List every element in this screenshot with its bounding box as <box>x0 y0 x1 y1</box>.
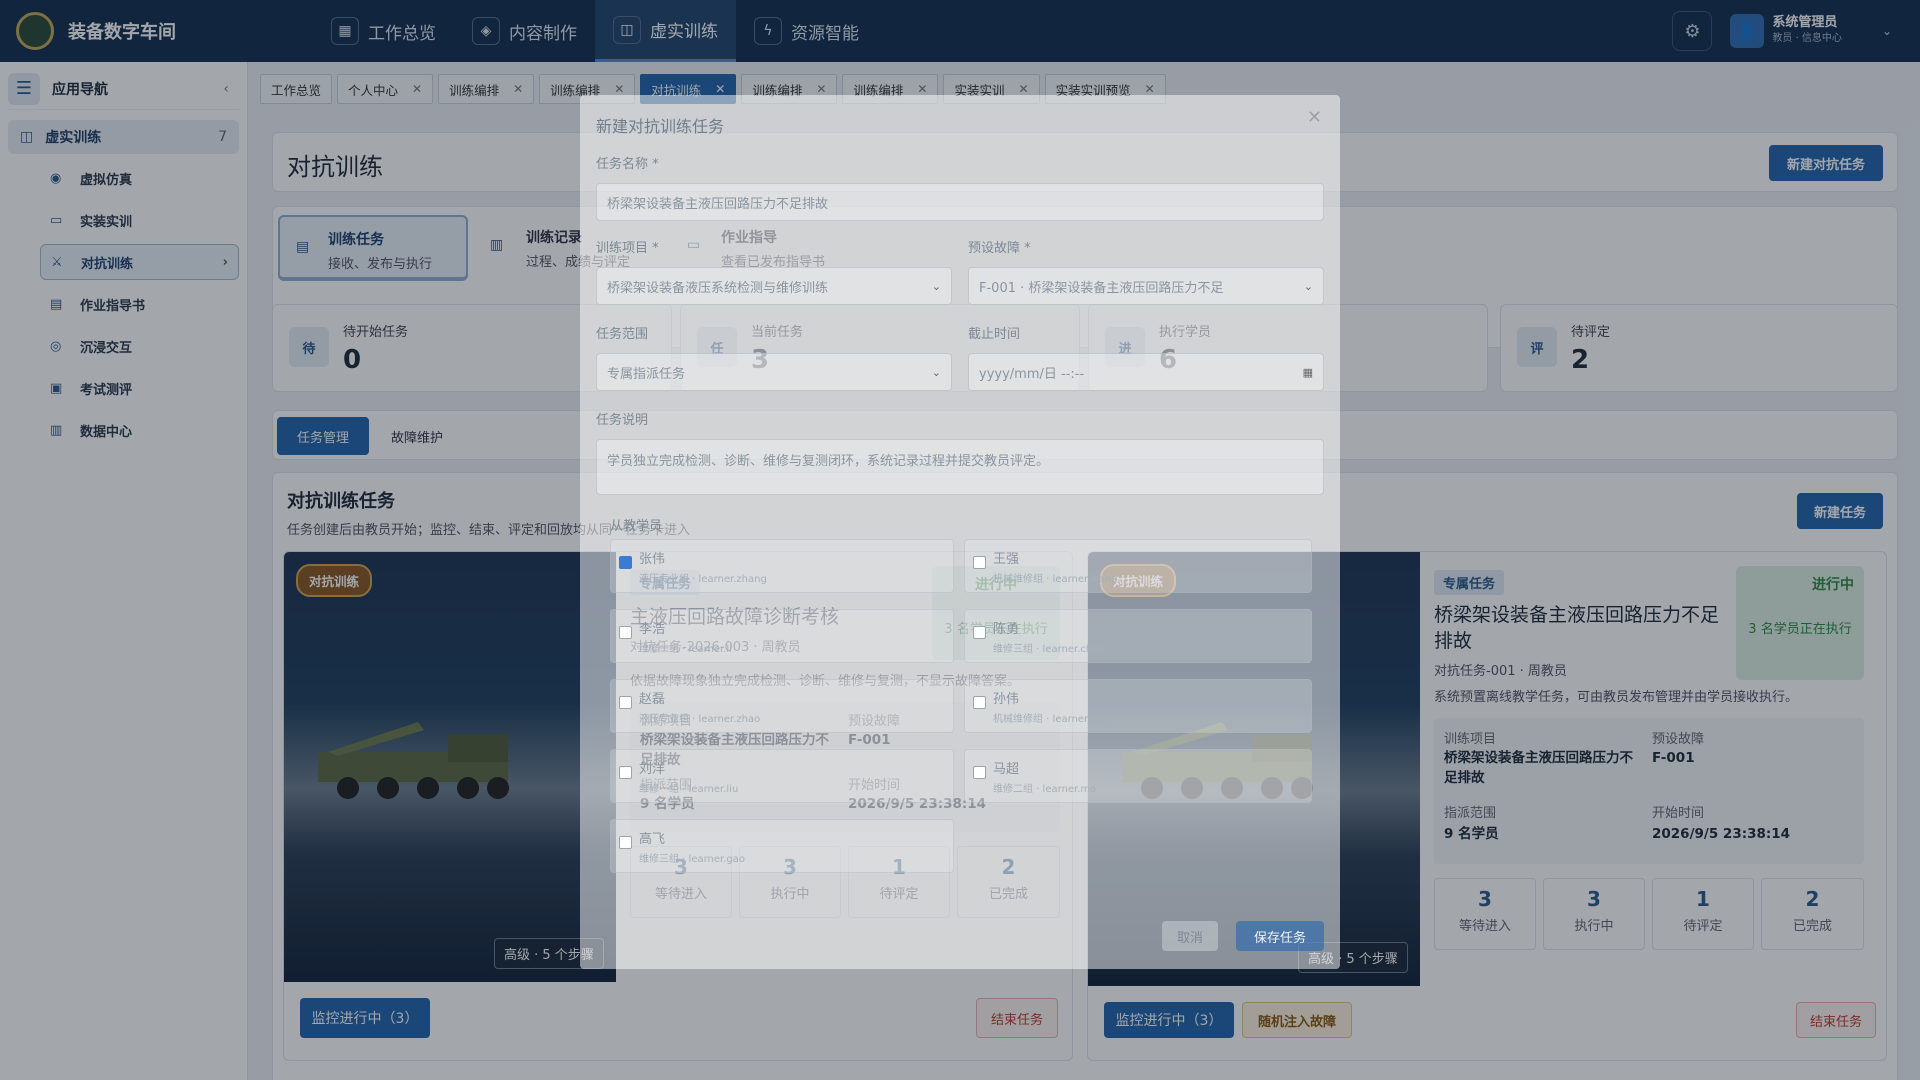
student-item[interactable]: 王强 机械维修组 · learner.wang <box>964 539 1312 593</box>
desc-label: 任务说明 <box>596 413 649 428</box>
student-item[interactable]: 陈勇 维修三组 · learner.chen <box>964 609 1312 663</box>
student-item[interactable]: 张伟 液压专业组 · learner.zhang <box>610 539 954 593</box>
task-name-input[interactable]: 桥梁架设装备主液压回路压力不足排故 <box>596 183 1324 221</box>
desc-textarea[interactable]: 学员独立完成检测、诊断、维修与复测闭环，系统记录过程并提交教员评定。 <box>596 439 1324 495</box>
checkbox[interactable] <box>973 556 986 569</box>
deadline-input[interactable]: yyyy/mm/日 --:-- ▦ <box>968 353 1324 391</box>
student-item[interactable]: 刘洋 维修一组 · learner.liu <box>610 749 954 803</box>
student-item[interactable]: 赵磊 液压专业组 · learner.zhao <box>610 679 954 733</box>
student-item[interactable]: 孙伟 机械维修组 · learner.sun <box>964 679 1312 733</box>
student-item[interactable]: 李浩 维修一组 · learner.li <box>610 609 954 663</box>
fault-label: 预设故障 * <box>968 241 1031 256</box>
project-select[interactable]: 桥梁架设装备液压系统检测与维修训练 ⌄ <box>596 267 952 305</box>
scope-select[interactable]: 专属指派任务 ⌄ <box>596 353 952 391</box>
cancel-button[interactable]: 取消 <box>1162 921 1218 951</box>
students-label: 从教学员 <box>610 519 663 534</box>
checkbox[interactable] <box>973 626 986 639</box>
checkbox[interactable] <box>619 766 632 779</box>
scope-label: 任务范围 <box>596 327 649 342</box>
close-icon[interactable]: ✕ <box>1307 107 1322 128</box>
checkbox[interactable] <box>973 696 986 709</box>
chevron-down-icon: ⌄ <box>931 279 941 293</box>
checkbox[interactable] <box>619 556 632 569</box>
modal-title: 新建对抗训练任务 <box>596 117 725 136</box>
calendar-icon[interactable]: ▦ <box>1303 366 1313 379</box>
save-button[interactable]: 保存任务 <box>1236 921 1324 951</box>
project-label: 训练项目 * <box>596 241 659 256</box>
checkbox[interactable] <box>973 766 986 779</box>
name-label: 任务名称 * <box>596 157 659 172</box>
student-item[interactable]: 马超 维修二组 · learner.ma <box>964 749 1312 803</box>
checkbox[interactable] <box>619 836 632 849</box>
student-item[interactable]: 高飞 维修三组 · learner.gao <box>610 819 954 873</box>
deadline-label: 截止时间 <box>968 327 1021 342</box>
new-task-modal: 新建对抗训练任务 ✕ 任务名称 * 桥梁架设装备主液压回路压力不足排故 训练项目… <box>580 95 1340 969</box>
chevron-down-icon: ⌄ <box>1303 279 1313 293</box>
fault-select[interactable]: F-001 · 桥梁架设装备主液压回路压力不足 ⌄ <box>968 267 1324 305</box>
checkbox[interactable] <box>619 626 632 639</box>
checkbox[interactable] <box>619 696 632 709</box>
chevron-down-icon: ⌄ <box>931 365 941 379</box>
